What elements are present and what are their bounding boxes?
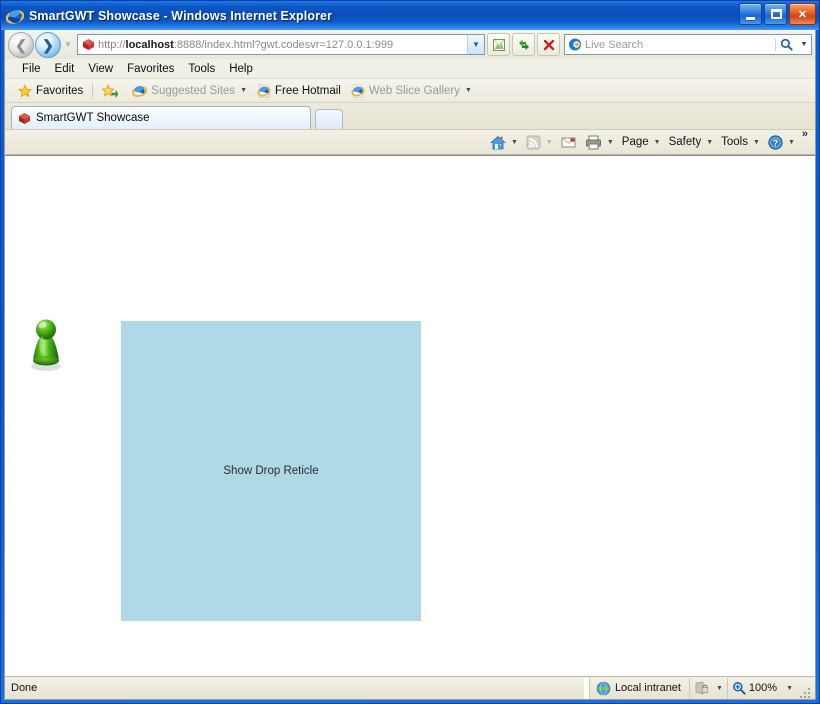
chevron-down-icon[interactable]: ▼ [788,139,795,146]
search-icon[interactable] [775,38,797,51]
suggested-sites-button[interactable]: Suggested Sites ▼ [127,81,252,101]
tab-label: SmartGWT Showcase [36,112,150,124]
safety-menu-button[interactable]: Safety ▼ [665,131,718,153]
search-input[interactable]: Live Search [585,38,775,51]
safety-menu-label: Safety [668,136,702,148]
chevron-down-icon[interactable]: ▼ [706,139,713,146]
suggested-sites-label: Suggested Sites [151,84,236,97]
chevron-down-icon[interactable]: ▼ [607,139,614,146]
read-mail-button[interactable] [557,131,581,153]
address-bar[interactable]: http://localhost:8888/index.html?gwt.cod… [77,34,485,55]
ie-page-icon [257,84,271,98]
favorites-button[interactable]: Favorites [13,81,88,101]
favorites-separator [92,82,94,99]
chevron-down-icon[interactable]: ▼ [511,139,518,146]
command-bar: ▼ ▼ ▼ Page ▼ Safety ▼ Tools ▼ ? ▼ » [5,128,815,155]
browser-chrome: ❮ ❯ ▼ http://localhost:8888/index.html?g… [4,30,816,700]
menu-bar: File Edit View Favorites Tools Help [5,59,815,79]
print-button[interactable]: ▼ [581,131,618,153]
security-zone-label: Local intranet [614,682,681,694]
address-bar-text[interactable]: http://localhost:8888/index.html?gwt.cod… [98,38,467,51]
green-pawn-piece[interactable] [27,316,65,372]
favorites-bar: Favorites Suggested Sites ▼ Free Hotmail… [5,79,815,103]
minimize-button[interactable] [739,3,762,25]
status-text: Done [11,682,38,694]
chevron-down-icon[interactable]: ▼ [786,685,793,692]
security-zone[interactable]: Local intranet [588,677,689,699]
web-slice-gallery-label: Web Slice Gallery [368,84,461,97]
tab-bar: SmartGWT Showcase [5,103,815,129]
tab-smartgwt-showcase[interactable]: SmartGWT Showcase [11,106,311,129]
bing-icon [565,38,585,51]
menu-item-file[interactable]: File [15,62,48,76]
search-box[interactable]: Live Search ▼ [564,34,812,55]
recent-pages-dropdown[interactable]: ▼ [61,32,75,58]
resize-grip[interactable] [799,685,813,699]
add-to-favorites-icon[interactable] [97,81,127,101]
maximize-button[interactable] [764,3,787,25]
new-tab-button[interactable] [315,109,343,129]
home-button[interactable]: ▼ [486,131,522,153]
chevron-down-icon[interactable]: ▼ [465,87,472,94]
url-host: localhost [125,39,174,51]
star-icon [18,83,32,98]
url-rest: :8888/index.html?gwt.codesvr=127.0.0.1:9… [173,39,394,51]
page-menu-label: Page [621,136,649,148]
stop-button[interactable] [537,33,560,56]
compatibility-view-button[interactable] [487,33,510,56]
red-box-icon [78,35,98,54]
protected-mode-indicator[interactable]: ▼ [688,677,727,699]
title-bar: SmartGWT Showcase - Windows Internet Exp… [1,1,819,30]
command-bar-overflow-button[interactable]: » [799,128,811,140]
back-button[interactable]: ❮ [8,31,34,58]
ie-icon [5,7,25,25]
chevron-down-icon[interactable]: ▼ [240,87,247,94]
globe-icon [596,681,611,696]
chevron-down-icon: ▼ [545,138,553,146]
search-provider-dropdown[interactable]: ▼ [797,41,811,48]
zoom-control[interactable]: 100% ▼ [726,677,797,699]
free-hotmail-link[interactable]: Free Hotmail [252,81,346,101]
tools-menu-label: Tools [721,136,748,148]
browser-window: SmartGWT Showcase - Windows Internet Exp… [0,0,820,704]
feeds-button[interactable]: ▼ [522,131,557,153]
chevron-down-icon[interactable]: ▼ [716,685,723,692]
zoom-icon [732,681,746,695]
drop-panel-label: Show Drop Reticle [223,465,319,477]
tools-menu-button[interactable]: Tools ▼ [717,131,764,153]
window-title: SmartGWT Showcase - Windows Internet Exp… [29,8,333,23]
address-bar-row: ❮ ❯ ▼ http://localhost:8888/index.html?g… [5,30,815,59]
chevron-down-icon[interactable]: ▼ [753,139,760,146]
drop-target-panel[interactable]: Show Drop Reticle [121,321,421,621]
help-button[interactable]: ? ▼ [764,131,799,153]
zoom-level-label: 100% [748,682,778,694]
window-controls: ✕ [739,3,816,25]
menu-item-tools[interactable]: Tools [181,62,222,76]
chevron-down-icon[interactable]: ▼ [654,139,661,146]
web-slice-gallery-button[interactable]: Web Slice Gallery ▼ [346,81,477,101]
url-scheme: http:// [98,39,126,51]
free-hotmail-label: Free Hotmail [275,84,341,97]
menu-item-edit[interactable]: Edit [48,62,82,76]
close-button[interactable]: ✕ [789,3,816,25]
status-bar: Done Local intranet ▼ 100% ▼ [5,676,815,699]
forward-button[interactable]: ❯ [35,31,61,58]
address-dropdown-button[interactable]: ▼ [467,35,484,54]
ie-page-icon [351,84,365,98]
menu-item-help[interactable]: Help [222,62,260,76]
refresh-button[interactable] [512,33,535,56]
page-menu-button[interactable]: Page ▼ [618,131,665,153]
menu-item-view[interactable]: View [81,62,120,76]
red-box-icon [18,112,31,125]
ie-icon [132,84,148,98]
favorites-label: Favorites [36,84,84,97]
svg-text:?: ? [773,138,779,148]
page-viewport: Show Drop Reticle [5,155,815,676]
menu-item-favorites[interactable]: Favorites [120,62,181,76]
